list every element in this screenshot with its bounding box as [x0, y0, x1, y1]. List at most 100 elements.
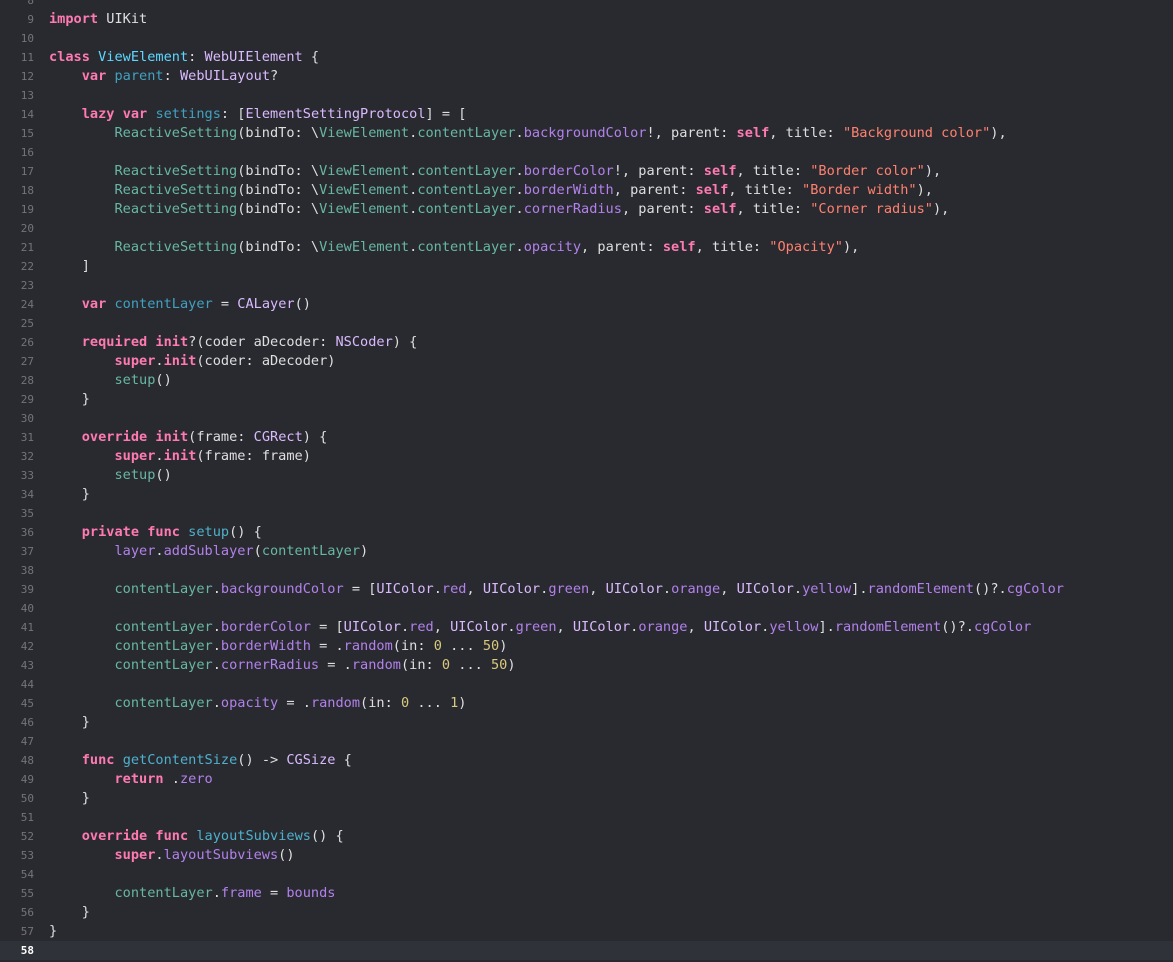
line-code: super.init(coder: aDecoder)	[49, 352, 335, 371]
code-token: ),	[990, 125, 1007, 141]
code-line-13[interactable]: 13	[0, 86, 1173, 105]
code-line-45[interactable]: 45 contentLayer.opacity = .random(in: 0 …	[0, 694, 1173, 713]
code-line-23[interactable]: 23	[0, 276, 1173, 295]
line-number: 17	[20, 165, 34, 178]
code-editor[interactable]: 8 9 import UIKit 10 11 class ViewElement: Web…	[0, 0, 1173, 962]
code-line-46[interactable]: 46 }	[0, 713, 1173, 732]
code-line-15[interactable]: 15 ReactiveSetting(bindTo: \ViewElement.…	[0, 124, 1173, 143]
code-line-31[interactable]: 31 override init(frame: CGRect) {	[0, 428, 1173, 447]
code-line-26[interactable]: 26 required init?(coder aDecoder: NSCode…	[0, 333, 1173, 352]
code-line-11[interactable]: 11 class ViewElement: WebUIElement {	[0, 48, 1173, 67]
code-line-18[interactable]: 18 ReactiveSetting(bindTo: \ViewElement.…	[0, 181, 1173, 200]
code-token: self	[662, 239, 696, 255]
code-line-49[interactable]: 49 return .zero	[0, 770, 1173, 789]
code-token: (in:	[400, 657, 442, 673]
code-token: ()	[294, 296, 311, 312]
code-token: ?	[270, 68, 279, 84]
code-line-19[interactable]: 19 ReactiveSetting(bindTo: \ViewElement.…	[0, 200, 1173, 219]
code-line-48[interactable]: 48 func getContentSize() -> CGSize {	[0, 751, 1173, 770]
code-line-51[interactable]: 51	[0, 808, 1173, 827]
code-line-54[interactable]: 54	[0, 865, 1173, 884]
code-line-16[interactable]: 16	[0, 143, 1173, 162]
code-token: backgroundColor	[220, 581, 344, 597]
line-number: 16	[20, 146, 34, 159]
code-line-35[interactable]: 35	[0, 504, 1173, 523]
line-number: 39	[20, 583, 34, 596]
code-line-58[interactable]: 58	[0, 941, 1173, 960]
code-line-29[interactable]: 29 }	[0, 390, 1173, 409]
code-token: var	[81, 68, 107, 84]
code-line-9[interactable]: 9 import UIKit	[0, 10, 1173, 29]
line-code: ReactiveSetting(bindTo: \ViewElement.con…	[49, 124, 1007, 143]
line-number: 19	[20, 203, 34, 216]
code-line-41[interactable]: 41 contentLayer.borderColor = [UIColor.r…	[0, 618, 1173, 637]
code-line-22[interactable]: 22 ]	[0, 257, 1173, 276]
code-line-53[interactable]: 53 super.layoutSubviews()	[0, 846, 1173, 865]
code-token: .	[155, 543, 164, 559]
code-line-47[interactable]: 47	[0, 732, 1173, 751]
code-line-36[interactable]: 36 private func setup() {	[0, 523, 1173, 542]
code-token: {	[335, 752, 352, 768]
code-token: =	[261, 885, 287, 901]
code-line-43[interactable]: 43 contentLayer.cornerRadius = .random(i…	[0, 656, 1173, 675]
code-line-12[interactable]: 12 var parent: WebUILayout?	[0, 67, 1173, 86]
code-token: , title:	[736, 163, 811, 179]
code-token: (bindTo: \	[237, 163, 320, 179]
code-line-25[interactable]: 25	[0, 314, 1173, 333]
code-token: UIColor	[482, 581, 541, 597]
code-token: )	[507, 657, 516, 673]
code-token: green	[548, 581, 590, 597]
code-token: ]	[49, 258, 90, 274]
code-line-10[interactable]: 10	[0, 29, 1173, 48]
code-line-34[interactable]: 34 }	[0, 485, 1173, 504]
code-line-30[interactable]: 30	[0, 409, 1173, 428]
line-number: 28	[20, 374, 34, 387]
code-line-14[interactable]: 14 lazy var settings: [ElementSettingPro…	[0, 105, 1173, 124]
code-line-55[interactable]: 55 contentLayer.frame = bounds	[0, 884, 1173, 903]
line-number: 13	[20, 89, 34, 102]
code-token: var	[122, 106, 148, 122]
code-token: :	[163, 68, 180, 84]
code-line-44[interactable]: 44	[0, 675, 1173, 694]
code-line-20[interactable]: 20	[0, 219, 1173, 238]
code-token: cornerRadius	[523, 201, 622, 217]
code-line-40[interactable]: 40	[0, 599, 1173, 618]
code-line-52[interactable]: 52 override func layoutSubviews() {	[0, 827, 1173, 846]
line-number: 51	[20, 811, 34, 824]
code-line-42[interactable]: 42 contentLayer.borderWidth = .random(in…	[0, 637, 1173, 656]
code-line-39[interactable]: 39 contentLayer.backgroundColor = [UICol…	[0, 580, 1173, 599]
code-token: randomElement	[834, 619, 942, 635]
code-token: .	[155, 353, 164, 369]
code-line-28[interactable]: 28 setup()	[0, 371, 1173, 390]
code-line-38[interactable]: 38	[0, 561, 1173, 580]
line-number: 35	[20, 507, 34, 520]
code-line-24[interactable]: 24 var contentLayer = CALayer()	[0, 295, 1173, 314]
line-number: 11	[20, 51, 34, 64]
code-line-57[interactable]: 57}	[0, 922, 1173, 941]
code-token: borderWidth	[523, 182, 614, 198]
code-token: ].	[851, 581, 868, 597]
line-number: 27	[20, 355, 34, 368]
code-line-50[interactable]: 50 }	[0, 789, 1173, 808]
code-token: ()	[155, 372, 172, 388]
code-line-17[interactable]: 17 ReactiveSetting(bindTo: \ViewElement.…	[0, 162, 1173, 181]
line-number: 25	[20, 317, 34, 330]
line-code: contentLayer.borderColor = [UIColor.red,…	[49, 618, 1031, 637]
code-line-21[interactable]: 21 ReactiveSetting(bindTo: \ViewElement.…	[0, 238, 1173, 257]
code-line-37[interactable]: 37 layer.addSublayer(contentLayer)	[0, 542, 1173, 561]
code-line-33[interactable]: 33 setup()	[0, 466, 1173, 485]
code-token: return	[114, 771, 164, 787]
code-line-27[interactable]: 27 super.init(coder: aDecoder)	[0, 352, 1173, 371]
code-line-32[interactable]: 32 super.init(frame: frame)	[0, 447, 1173, 466]
code-line-8[interactable]: 8	[0, 0, 1173, 10]
code-token: ReactiveSetting	[114, 125, 238, 141]
line-code: setup()	[49, 466, 171, 485]
code-line-56[interactable]: 56 }	[0, 903, 1173, 922]
line-number: 46	[20, 716, 34, 729]
